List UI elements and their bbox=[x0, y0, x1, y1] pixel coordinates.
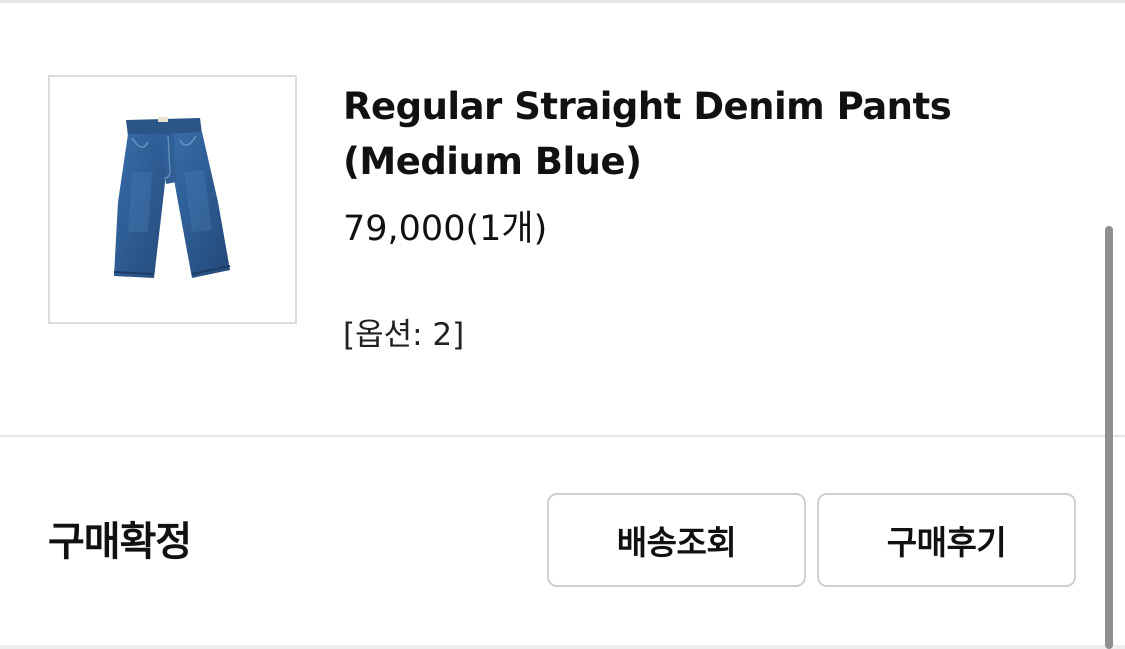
bottom-divider bbox=[0, 645, 1125, 649]
product-price: 79,000(1개) bbox=[343, 209, 548, 249]
denim-pants-image bbox=[113, 117, 230, 278]
order-item-card: Regular Straight Denim Pants (Medium Blu… bbox=[0, 3, 1125, 436]
product-thumbnail[interactable] bbox=[48, 75, 297, 324]
write-review-button[interactable]: 구매후기 bbox=[817, 493, 1076, 587]
track-delivery-button[interactable]: 배송조회 bbox=[547, 493, 806, 587]
product-info: Regular Straight Denim Pants (Medium Blu… bbox=[343, 79, 1083, 353]
product-option: [옵션: 2] bbox=[343, 317, 465, 353]
section-divider bbox=[0, 435, 1125, 437]
scrollbar[interactable] bbox=[1105, 226, 1113, 649]
product-name[interactable]: Regular Straight Denim Pants (Medium Blu… bbox=[343, 79, 1083, 189]
order-status: 구매확정 bbox=[48, 519, 192, 565]
